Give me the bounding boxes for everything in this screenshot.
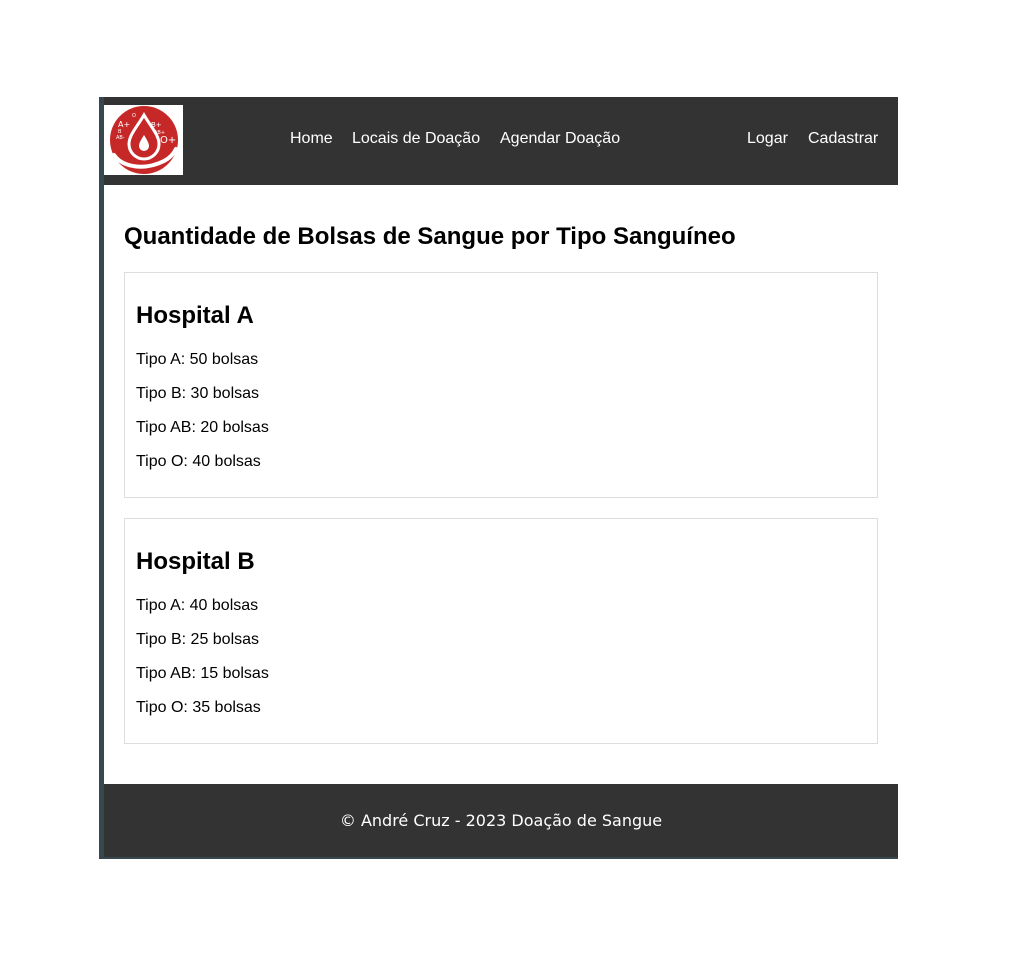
hospital-card-b: Hospital B Tipo A: 40 bolsas Tipo B: 25 … [124, 518, 878, 744]
svg-text:B+: B+ [151, 121, 162, 129]
blood-type-line: Tipo AB: 20 bolsas [136, 419, 269, 436]
nav-link-cadastrar[interactable]: Cadastrar [808, 129, 878, 149]
blood-type-line: Tipo A: 50 bolsas [136, 351, 259, 368]
logo[interactable]: A+ B+ O+ AB- AB+ B O [104, 105, 183, 175]
footer-copyright: © André Cruz - 2023 Doação de Sangue [339, 811, 663, 830]
svg-text:A+: A+ [118, 120, 130, 129]
blood-type-line: Tipo B: 30 bolsas [136, 385, 260, 402]
page-title: Quantidade de Bolsas de Sangue por Tipo … [124, 223, 736, 250]
svg-text:AB+: AB+ [154, 130, 165, 136]
blood-drop-logo-icon: A+ B+ O+ AB- AB+ B O [110, 106, 178, 174]
svg-text:AB-: AB- [116, 135, 125, 141]
nav-link-logar[interactable]: Logar [747, 129, 788, 149]
hospital-name: Hospital A [136, 302, 254, 329]
hospital-card-a: Hospital A Tipo A: 50 bolsas Tipo B: 30 … [124, 272, 878, 498]
nav-link-agendar-doacao[interactable]: Agendar Doação [500, 129, 620, 149]
svg-text:B: B [118, 129, 122, 135]
svg-text:O+: O+ [160, 135, 176, 146]
blood-type-line: Tipo O: 40 bolsas [136, 453, 261, 470]
blood-type-line: Tipo AB: 15 bolsas [136, 665, 269, 682]
hospital-name: Hospital B [136, 548, 255, 575]
nav-link-locais-de-doacao[interactable]: Locais de Doação [352, 129, 480, 149]
blood-type-line: Tipo O: 35 bolsas [136, 699, 261, 716]
navbar: A+ B+ O+ AB- AB+ B O Home Locais de Doaç… [104, 97, 898, 185]
blood-type-line: Tipo B: 25 bolsas [136, 631, 260, 648]
page-frame: A+ B+ O+ AB- AB+ B O Home Locais de Doaç… [99, 97, 898, 859]
nav-link-home[interactable]: Home [290, 129, 333, 149]
svg-text:O: O [132, 113, 136, 119]
blood-type-line: Tipo A: 40 bolsas [136, 597, 259, 614]
footer: © André Cruz - 2023 Doação de Sangue [104, 784, 898, 857]
